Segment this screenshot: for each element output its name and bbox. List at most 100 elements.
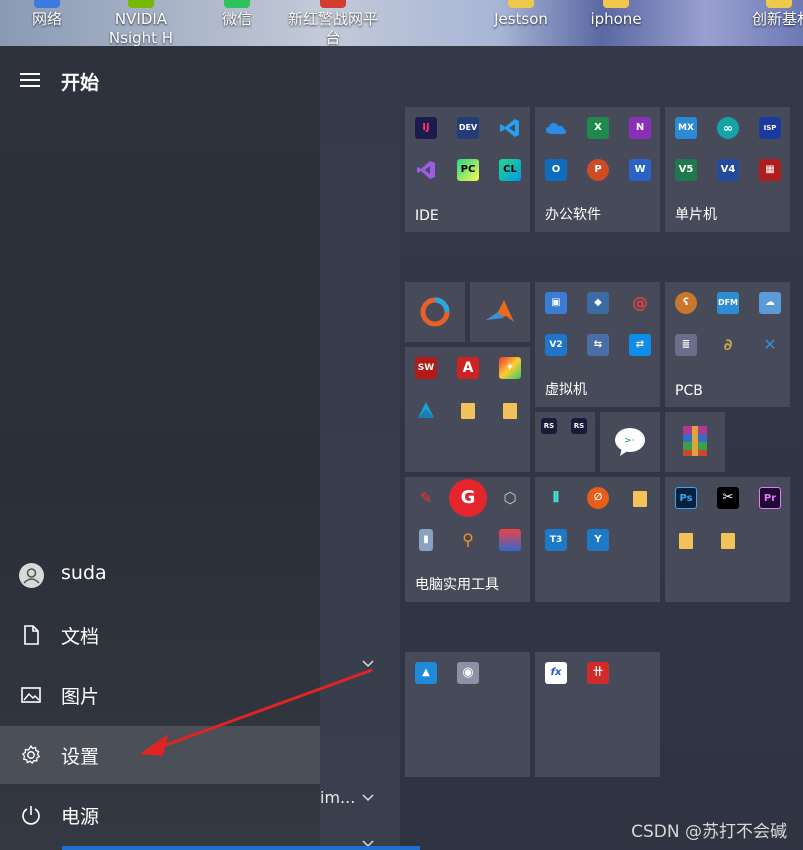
- chevron-down-icon[interactable]: [361, 792, 375, 802]
- desktop-icon-network[interactable]: 网络: [2, 0, 92, 46]
- nav-pictures[interactable]: 图片: [0, 666, 320, 724]
- desktop-icon-chuangxin[interactable]: 创新基材料: [752, 0, 803, 46]
- desktop-icon-iphone[interactable]: iphone: [571, 0, 661, 46]
- folder-icon[interactable]: [503, 403, 517, 419]
- outlook-icon[interactable]: O: [545, 159, 567, 181]
- visual-studio-icon[interactable]: [415, 159, 437, 181]
- filter-app-icon[interactable]: Y: [587, 529, 609, 551]
- tile-group-office[interactable]: X N O P W 办公软件: [535, 107, 660, 232]
- tile-group-label: 虚拟机: [545, 382, 587, 398]
- tile-group-tools[interactable]: ✎ G ⬡ ▮ ⚲ 电脑实用工具: [405, 477, 530, 602]
- nav-documents[interactable]: 文档: [0, 606, 320, 664]
- desktop-icon-redalert[interactable]: 新红警战网平台: [283, 0, 383, 46]
- stm32cubemx-icon[interactable]: MX: [675, 117, 697, 139]
- folder-icon[interactable]: [679, 533, 693, 549]
- calculator-app-icon[interactable]: 卄: [587, 662, 609, 684]
- devcpp-icon[interactable]: DEV: [457, 117, 479, 139]
- keil-v4-icon[interactable]: V4: [717, 159, 739, 181]
- paint-tool-icon[interactable]: ✎: [415, 487, 437, 509]
- premiere-icon[interactable]: Pr: [759, 487, 781, 509]
- network-tool-icon[interactable]: ⇆: [587, 334, 609, 356]
- nav-settings[interactable]: 设置: [0, 726, 320, 784]
- redalert-icon: [320, 0, 346, 8]
- altium-icon[interactable]: ∂: [717, 334, 739, 356]
- orange-circle-icon[interactable]: ∅: [587, 487, 609, 509]
- desktop-icon-jestson[interactable]: Jestson: [476, 0, 566, 46]
- desktop-icon-nvidia-nsight[interactable]: NVIDIA Nsight H: [96, 0, 186, 46]
- nvidia-icon: [128, 0, 154, 8]
- folder-icon[interactable]: [461, 403, 475, 419]
- network-icon: [34, 0, 60, 8]
- clion-icon[interactable]: CL: [499, 159, 521, 181]
- keil-v5-icon[interactable]: V5: [675, 159, 697, 181]
- cross-tools-icon[interactable]: ✕: [759, 334, 781, 356]
- multicolor-app-icon[interactable]: ✦: [499, 357, 521, 379]
- folder-icon[interactable]: [721, 533, 735, 549]
- start-left-rail: 开始 suda 文档 图片 设置 电源: [0, 46, 320, 850]
- autodesk-icon[interactable]: [415, 399, 437, 421]
- dfm-icon[interactable]: DFM: [717, 292, 739, 314]
- tile-app-winrar[interactable]: [665, 412, 725, 472]
- word-icon[interactable]: W: [629, 159, 651, 181]
- battery-icon[interactable]: ▮: [419, 529, 433, 551]
- nav-settings-label: 设置: [61, 746, 100, 768]
- stc-isp-icon[interactable]: ISP: [759, 117, 781, 139]
- nav-user[interactable]: suda: [0, 546, 320, 604]
- onenote-icon[interactable]: N: [629, 117, 651, 139]
- winrar-icon: [683, 426, 707, 456]
- red-box-icon[interactable]: [499, 529, 521, 551]
- teamviewer-icon[interactable]: ⇄: [629, 334, 651, 356]
- solidworks-icon[interactable]: SW: [415, 357, 437, 379]
- camera-icon[interactable]: ◉: [457, 662, 479, 684]
- virtualbox-icon[interactable]: ◆: [587, 292, 609, 314]
- nav-power[interactable]: 电源: [0, 786, 320, 844]
- vmware-icon[interactable]: ▣: [545, 292, 567, 314]
- tile-app-origin[interactable]: [405, 282, 465, 342]
- rs-icon: RS: [571, 418, 587, 434]
- tile-group-adobe[interactable]: Ps ✂ Pr: [665, 477, 790, 602]
- tile-app-chat[interactable]: >·: [600, 412, 660, 472]
- arduino-icon[interactable]: ∞: [717, 117, 739, 139]
- tile-group-engineering[interactable]: SW A ✦: [405, 347, 530, 472]
- tile-group-mcu[interactable]: MX ∞ ISP V5 V4 ▦ 单片机: [665, 107, 790, 232]
- tile-group-misc[interactable]: ⦀ ∅ T3 Y: [535, 477, 660, 602]
- typora-like-icon[interactable]: T3: [545, 529, 567, 551]
- tile-group-media[interactable]: ▲ ◉: [405, 652, 530, 777]
- autocad-icon[interactable]: A: [457, 357, 479, 379]
- onedrive-icon[interactable]: [545, 117, 567, 139]
- tile-group-ide[interactable]: IJ DEV PC CL IDE: [405, 107, 530, 232]
- formula-icon[interactable]: fx: [545, 662, 567, 684]
- pycharm-icon[interactable]: PC: [457, 159, 479, 181]
- app-list-partial-item[interactable]: im...: [320, 788, 355, 807]
- magnifier-icon[interactable]: ⚲: [457, 529, 479, 551]
- bars-app-icon[interactable]: ⦀: [545, 487, 567, 509]
- photos-icon[interactable]: ▲: [415, 662, 437, 684]
- cube-app-icon[interactable]: ⬡: [499, 487, 521, 509]
- tile-group-vm[interactable]: ▣ ◆ @ V2 ⇆ ⇄ 虚拟机: [535, 282, 660, 407]
- chevron-down-icon[interactable]: [361, 658, 375, 668]
- altium-board-icon[interactable]: ≣: [675, 334, 697, 356]
- red-hex-app-icon[interactable]: G: [449, 479, 487, 517]
- proteus-icon[interactable]: ▦: [759, 159, 781, 181]
- hamburger-menu-icon[interactable]: [20, 73, 42, 87]
- gear-icon: [21, 744, 41, 765]
- document-icon: [24, 625, 39, 645]
- photoshop-icon[interactable]: Ps: [675, 487, 697, 509]
- powerpoint-icon[interactable]: P: [587, 159, 609, 181]
- tile-app-rs[interactable]: RS RS: [535, 412, 595, 472]
- ring-icon: [420, 297, 450, 327]
- cloud-pcb-icon[interactable]: ☁: [759, 292, 781, 314]
- desktop-icon-wechat[interactable]: 微信: [192, 0, 282, 46]
- tile-app-matlab[interactable]: [470, 282, 530, 342]
- vscode-icon[interactable]: [499, 117, 521, 139]
- tile-group-label: 办公软件: [545, 207, 601, 223]
- capcut-icon[interactable]: ✂: [717, 487, 739, 509]
- swirl-icon[interactable]: @: [629, 292, 651, 314]
- vnc-icon[interactable]: V2: [545, 334, 567, 356]
- bear-icon[interactable]: ʕ: [675, 292, 697, 314]
- intellij-icon[interactable]: IJ: [415, 117, 437, 139]
- tile-group-pcb[interactable]: ʕ DFM ☁ ≣ ∂ ✕ PCB: [665, 282, 790, 407]
- folder-icon[interactable]: [633, 491, 647, 507]
- tile-group-formula[interactable]: fx 卄: [535, 652, 660, 777]
- excel-icon[interactable]: X: [587, 117, 609, 139]
